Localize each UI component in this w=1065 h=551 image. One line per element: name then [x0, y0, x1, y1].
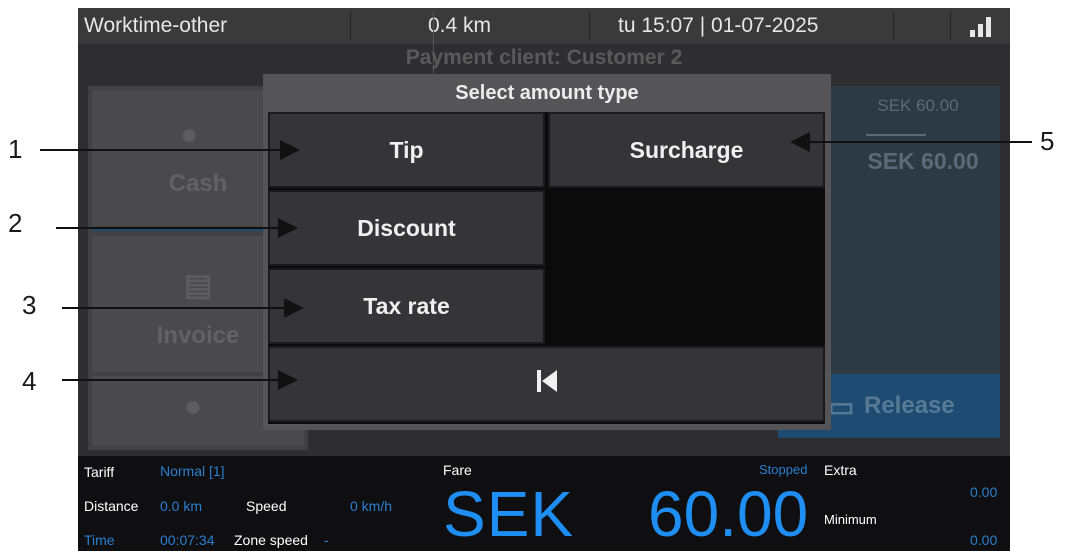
callout-arrows — [40, 132, 1032, 390]
